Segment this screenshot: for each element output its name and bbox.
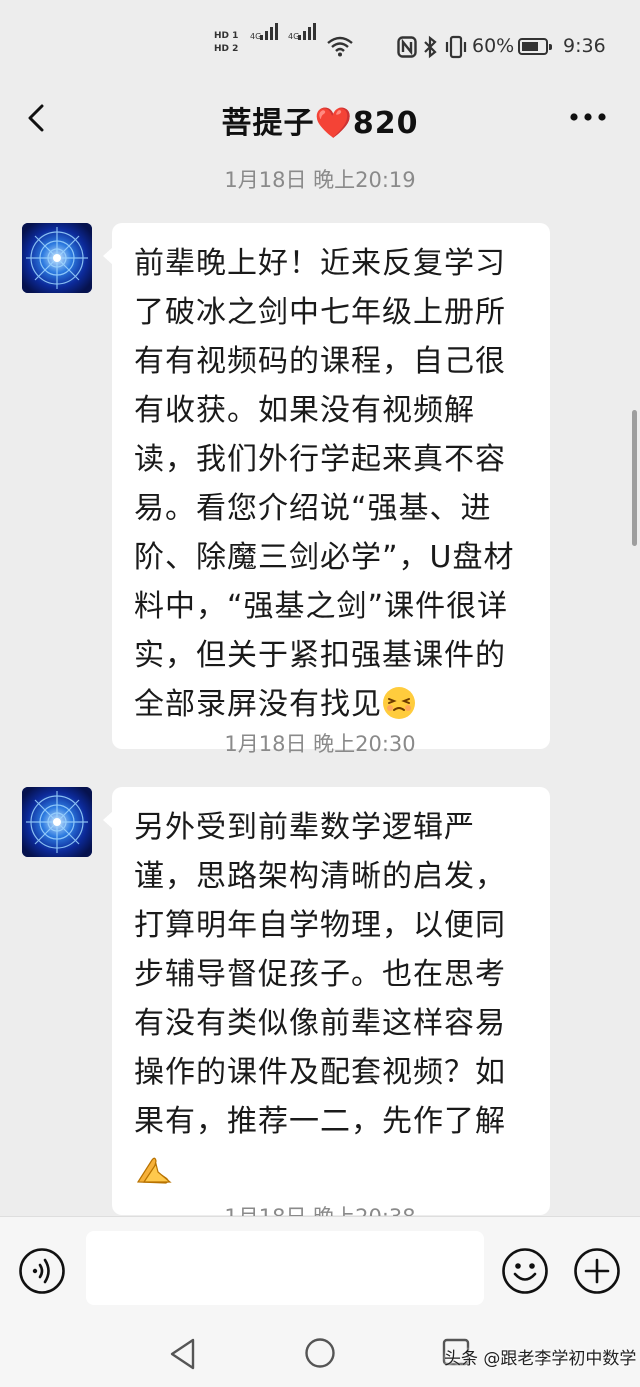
nav-back-icon[interactable] (168, 1337, 198, 1371)
nfc-icon (397, 36, 417, 58)
message-input[interactable] (86, 1231, 484, 1305)
nav-home-icon[interactable] (304, 1337, 336, 1369)
voice-icon[interactable] (18, 1247, 66, 1295)
message-text: 另外受到前辈数学逻辑严谨，思路架构清晰的启发，打算明年自学物理，以便同步辅导督促… (134, 803, 528, 1201)
input-bar (0, 1216, 640, 1318)
message-text-content: 前辈晚上好！近来反复学习了破冰之剑中七年级上册所有有视频码的课程，自己很有收获。… (134, 246, 515, 722)
system-navigation: 头条 @跟老李学初中数学 (0, 1318, 640, 1387)
avatar[interactable] (22, 223, 92, 293)
hd2-label: HD 2 (214, 44, 239, 54)
clock: 9:36 (563, 35, 606, 57)
status-bar: HD 1 HD 2 4G 4G 60% 9:36 (0, 0, 640, 90)
message-bubble[interactable]: 另外受到前辈数学逻辑严谨，思路架构清晰的启发，打算明年自学物理，以便同步辅导督促… (103, 787, 550, 1215)
chat-header: 菩提子❤️820 (0, 90, 640, 160)
message-timestamp: 1月18日 晚上20:19 (224, 168, 416, 192)
folded-hands-emoji (134, 1152, 174, 1201)
hd-indicator: HD 1 HD 2 (214, 30, 244, 56)
more-dots-icon[interactable] (568, 110, 608, 124)
emoji-icon[interactable] (501, 1247, 549, 1295)
signal-icon-2: 4G (288, 23, 322, 56)
watermark: 头条 @跟老李学初中数学 (444, 1349, 637, 1369)
wifi-icon (327, 36, 353, 57)
plus-icon[interactable] (573, 1247, 621, 1295)
message-timestamp: 1月18日 晚上20:30 (224, 732, 416, 756)
message-text: 前辈晚上好！近来反复学习了破冰之剑中七年级上册所有有视频码的课程，自己很有收获。… (134, 239, 528, 735)
vibrate-icon (445, 35, 467, 59)
avatar[interactable] (22, 787, 92, 857)
hd1-label: HD 1 (214, 31, 239, 41)
message-text-content: 另外受到前辈数学逻辑严谨，思路架构清晰的启发，打算明年自学物理，以便同步辅导督促… (134, 810, 506, 1139)
signal-icon-1: 4G (250, 23, 284, 56)
battery-icon (518, 38, 552, 55)
bluetooth-icon (424, 35, 437, 59)
scrollbar[interactable] (632, 410, 637, 546)
chat-title: 菩提子❤️820 (221, 106, 419, 141)
battery-percent: 60% (472, 35, 515, 57)
partial-timestamp: 1月18日 晚上20:38 (0, 1200, 640, 1216)
message-bubble[interactable]: 前辈晚上好！近来反复学习了破冰之剑中七年级上册所有有视频码的课程，自己很有收获。… (103, 223, 550, 749)
